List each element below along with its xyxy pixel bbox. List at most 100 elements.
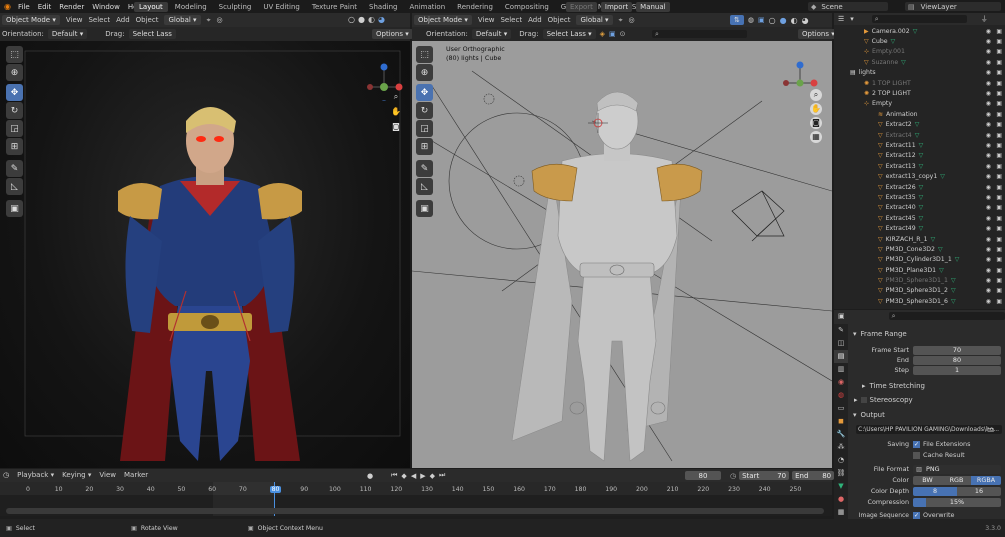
- texture-tab-icon[interactable]: ▦: [834, 506, 848, 519]
- file-format-dropdown[interactable]: ▨ PNG: [913, 464, 1001, 474]
- eye-icon[interactable]: ◉: [986, 100, 991, 107]
- outliner-item[interactable]: ▽ Extract40 ▽ ◉ ▣: [834, 203, 1005, 213]
- left-proportional-icon[interactable]: ◎: [217, 16, 223, 24]
- left-mode-dropdown[interactable]: Object Mode ▾: [2, 15, 60, 25]
- view-layer-tab-icon[interactable]: ▥: [834, 363, 848, 376]
- outliner-item[interactable]: ⊹ Empty.001 ◉ ▣: [834, 47, 1005, 57]
- data-tab-icon[interactable]: ▼: [834, 480, 848, 493]
- left-solid-shading-icon[interactable]: ●: [358, 15, 365, 24]
- render-camera-icon[interactable]: ▣: [996, 142, 1002, 149]
- render-camera-icon[interactable]: ▣: [996, 246, 1002, 253]
- stereoscopy-section[interactable]: ▸ Stereoscopy: [854, 396, 913, 404]
- render-camera-icon[interactable]: ▣: [996, 298, 1002, 305]
- left-wireframe-shading-icon[interactable]: ○: [348, 15, 355, 24]
- eye-icon[interactable]: ◉: [986, 132, 991, 139]
- right-measure-tool[interactable]: ◺: [416, 178, 433, 195]
- outliner-editor-icon[interactable]: ☰: [838, 15, 844, 23]
- outliner-funnel-icon[interactable]: ⏚: [981, 14, 988, 24]
- left-orientation-dropdown[interactable]: Default ▾: [47, 29, 88, 39]
- outliner-item[interactable]: ▽ PM3D_Sphere3D1_1 ▽ ◉ ▣: [834, 275, 1005, 285]
- overwrite-checkbox[interactable]: ✓: [913, 511, 920, 519]
- modifier-tab-icon[interactable]: 🔧: [834, 428, 848, 441]
- stereoscopy-checkbox[interactable]: [860, 397, 867, 403]
- right-select-mode-icon[interactable]: ▣: [609, 30, 616, 38]
- right-add-cube-tool[interactable]: ▣: [416, 200, 433, 217]
- frame-range-section[interactable]: ▾ Frame Range: [853, 330, 907, 338]
- color-bw-button[interactable]: BW: [913, 475, 942, 485]
- render-camera-icon[interactable]: ▣: [996, 90, 1002, 97]
- eye-icon[interactable]: ◉: [986, 152, 991, 159]
- output-tab-icon[interactable]: ▤: [834, 350, 848, 363]
- outliner-item[interactable]: ▽ Extract45 ▽ ◉ ▣: [834, 213, 1005, 223]
- properties-editor-icon[interactable]: ▣: [838, 312, 845, 320]
- left-viewport-rendered[interactable]: ⌕ ✋ ◙: [0, 41, 410, 468]
- left-cursor-tool[interactable]: ⊕: [6, 64, 23, 81]
- manual-button[interactable]: Manual: [636, 2, 670, 12]
- outliner-item[interactable]: ▽ PM3D_Cone3D2 ▽ ◉ ▣: [834, 244, 1005, 254]
- folder-icon[interactable]: ▭: [987, 425, 995, 434]
- tab-uv-editing[interactable]: UV Editing: [258, 2, 305, 12]
- right-select-box-tool[interactable]: ⬚: [416, 46, 433, 63]
- outliner-item[interactable]: ✺ 2 TOP LIGHT ◉ ▣: [834, 88, 1005, 98]
- right-annotate-tool[interactable]: ✎: [416, 160, 433, 177]
- view-layer-selector[interactable]: ▤ ViewLayer: [905, 2, 1001, 11]
- clock-icon[interactable]: ◷: [730, 472, 736, 480]
- render-camera-icon[interactable]: ▣: [996, 267, 1002, 274]
- prev-key-icon[interactable]: ◆: [401, 472, 406, 480]
- outliner-item[interactable]: ▽ PM3D_Sphere3D1_2 ▽ ◉ ▣: [834, 286, 1005, 296]
- eye-icon[interactable]: ◉: [986, 287, 991, 294]
- eye-icon[interactable]: ◉: [986, 204, 991, 211]
- right-xray-icon[interactable]: ▣: [758, 16, 765, 24]
- right-search-field[interactable]: ⌕: [652, 30, 747, 38]
- tab-modeling[interactable]: Modeling: [170, 2, 212, 12]
- color-rgb-button[interactable]: RGB: [942, 475, 971, 485]
- output-section[interactable]: ▾ Output: [853, 411, 885, 419]
- play-icon[interactable]: ▶: [420, 472, 425, 480]
- eye-icon[interactable]: ◉: [986, 298, 991, 305]
- eye-icon[interactable]: ◉: [986, 28, 991, 35]
- timeline-menu-marker[interactable]: Marker: [124, 471, 148, 479]
- right-scale-tool[interactable]: ◲: [416, 120, 433, 137]
- color-depth-8-button[interactable]: 8: [913, 486, 957, 496]
- render-camera-icon[interactable]: ▣: [996, 28, 1002, 35]
- eye-icon[interactable]: ◉: [986, 90, 991, 97]
- right-material-shading-icon[interactable]: ◐: [791, 16, 798, 25]
- outliner-item[interactable]: ▽ Suzanne ▽ ◉ ▣: [834, 57, 1005, 67]
- render-camera-icon[interactable]: ▣: [996, 236, 1002, 243]
- file-extensions-checkbox[interactable]: ✓: [913, 440, 920, 448]
- object-tab-icon[interactable]: ◼: [834, 415, 848, 428]
- left-scale-tool[interactable]: ◲: [6, 120, 23, 137]
- menu-file[interactable]: File: [18, 3, 30, 11]
- eye-icon[interactable]: ◉: [986, 256, 991, 263]
- render-camera-icon[interactable]: ▣: [996, 132, 1002, 139]
- properties-search-field[interactable]: ⌕: [888, 312, 1005, 320]
- right-move-tool[interactable]: ✥: [416, 84, 433, 101]
- render-camera-icon[interactable]: ▣: [996, 59, 1002, 66]
- outliner-item[interactable]: ≋ Animation ◉ ▣: [834, 109, 1005, 119]
- left-rendered-shading-icon[interactable]: ◕: [378, 15, 385, 24]
- tab-layout[interactable]: Layout: [134, 2, 168, 12]
- right-menu-add[interactable]: Add: [528, 16, 542, 24]
- right-orientation-dropdown[interactable]: Default ▾: [471, 29, 512, 39]
- menu-render[interactable]: Render: [59, 3, 84, 11]
- render-camera-icon[interactable]: ▣: [996, 69, 1002, 76]
- frame-start-field[interactable]: 70: [913, 345, 1001, 355]
- eye-icon[interactable]: ◉: [986, 69, 991, 76]
- left-menu-object[interactable]: Object: [136, 16, 159, 24]
- left-pan-hand-icon[interactable]: ✋: [391, 104, 401, 119]
- record-icon[interactable]: ●: [367, 472, 373, 480]
- world-tab-icon[interactable]: ◍: [834, 389, 848, 402]
- right-overlay-icon[interactable]: ◍: [748, 16, 754, 24]
- physics-tab-icon[interactable]: ◔: [834, 454, 848, 467]
- right-pan-hand-icon[interactable]: ✋: [810, 103, 822, 115]
- outliner-item[interactable]: ▽ PM3D_Plane3D1 ▽ ◉ ▣: [834, 265, 1005, 275]
- eye-icon[interactable]: ◉: [986, 111, 991, 118]
- eye-icon[interactable]: ◉: [986, 163, 991, 170]
- blender-logo-icon[interactable]: ◉: [4, 2, 11, 11]
- outliner-item[interactable]: ▽ Extract12 ▽ ◉ ▣: [834, 151, 1005, 161]
- tab-animation[interactable]: Animation: [404, 2, 450, 12]
- left-material-shading-icon[interactable]: ◐: [368, 15, 375, 24]
- right-solid-shading-icon[interactable]: ●: [780, 16, 787, 25]
- right-snap-icon[interactable]: ⌖: [619, 16, 623, 25]
- end-frame-field[interactable]: End 80: [792, 471, 835, 480]
